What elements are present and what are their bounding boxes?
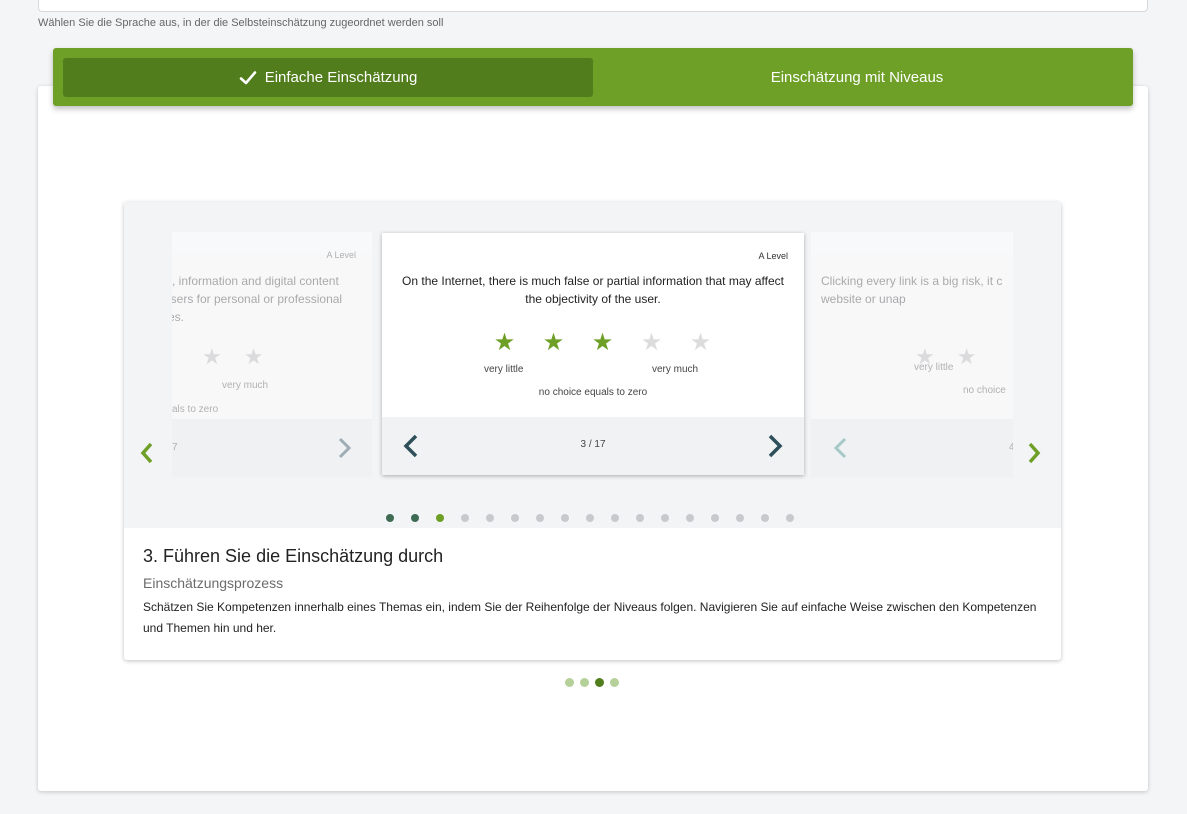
step-dot-1[interactable] [386,514,394,522]
step-dot-16[interactable] [761,514,769,522]
slide-dot-2[interactable] [580,678,589,687]
step-dot-3[interactable] [436,514,444,522]
step-indicator [386,514,811,522]
card-question: On the Internet, there is much false or … [402,274,784,306]
card-question: Clicking every link is a big risk, it c … [821,274,1003,306]
star-1-icon[interactable]: ★ [480,329,529,357]
step-dot-11[interactable] [636,514,644,522]
slide-dot-3[interactable] [595,678,604,687]
slide-dot-1[interactable] [565,678,574,687]
step-dot-14[interactable] [711,514,719,522]
slide-title: 3. Führen Sie die Einschätzung durch [143,546,444,566]
slide-dot-4[interactable] [610,678,619,687]
card-pager: 3 / 17 [580,439,606,450]
check-icon [239,70,256,84]
label-very-much: very much [652,364,699,375]
star-2-icon[interactable]: ★ [529,329,578,357]
step-dot-4[interactable] [461,514,469,522]
step-dot-10[interactable] [611,514,619,522]
tutorial-slide: A Level ta, information and digital cont… [124,202,1061,660]
slide-caption: 3. Führen Sie die Einschätzung durch Ein… [143,546,1043,639]
slide-subtitle: Einschätzungsprozess [143,575,284,591]
tab-label: Einschätzung mit Niveaus [770,69,944,86]
chevron-right-icon [338,437,352,459]
chevron-left-icon [833,437,847,459]
step-dot-9[interactable] [586,514,594,522]
tab-levels-assessment[interactable]: Einschätzung mit Niveaus [591,58,1123,97]
step-dot-12[interactable] [661,514,669,522]
step-dot-8[interactable] [561,514,569,522]
slide-pagination [565,678,625,687]
card-pager: 4 [1009,442,1013,453]
card-level: A Level [758,251,788,261]
slide-description: Schätzen Sie Kompetenzen innerhalb eines… [143,600,1037,635]
step-dot-13[interactable] [686,514,694,522]
label-very-little: very little [914,362,954,373]
star-5-icon[interactable]: ★ [676,329,725,357]
rating-stars: ★ ★ ★ ★ ★ [480,329,725,357]
carousel-prev-button[interactable] [140,442,154,464]
tab-label: Einfache Einschätzung [264,69,418,86]
card-level: A Level [326,250,356,260]
step-dot-15[interactable] [736,514,744,522]
label-very-little: very little [484,364,524,375]
no-choice-note: als to zero [172,404,219,415]
star-3-icon[interactable]: ★ [578,329,627,357]
step-dot-6[interactable] [511,514,519,522]
language-select-input[interactable] [38,0,1148,12]
no-choice-note: no choice equals to zero [538,387,648,398]
current-assessment-card: A Level On the Internet, there is much f… [382,233,804,475]
next-competence-button[interactable] [766,433,784,459]
previous-card-preview[interactable]: A Level ta, information and digital cont… [172,232,372,494]
card-footer: 3 / 17 [382,417,804,475]
step-dot-7[interactable] [536,514,544,522]
tab-simple-assessment[interactable]: Einfache Einschätzung [63,58,593,97]
card-pager: 7 [172,442,178,453]
rating-stars: ★★ [202,344,286,369]
step-dot-17[interactable] [786,514,794,522]
carousel-stage: A Level ta, information and digital cont… [124,202,1061,528]
star-4-icon[interactable]: ★ [627,329,676,357]
label-very-much: very much [222,380,269,391]
step-dot-2[interactable] [411,514,419,522]
step-dot-5[interactable] [486,514,494,522]
carousel-next-button[interactable] [1027,442,1041,464]
no-choice-note: no choice [963,385,1006,396]
assessment-mode-tabs: Einfache Einschätzung Einschätzung mit N… [53,48,1133,106]
card-question: ta, information and digital content wser… [172,274,343,324]
language-help-text: Wählen Sie die Sprache aus, in der die S… [38,17,444,29]
next-card-preview[interactable]: Clicking every link is a big risk, it c … [811,232,1013,494]
